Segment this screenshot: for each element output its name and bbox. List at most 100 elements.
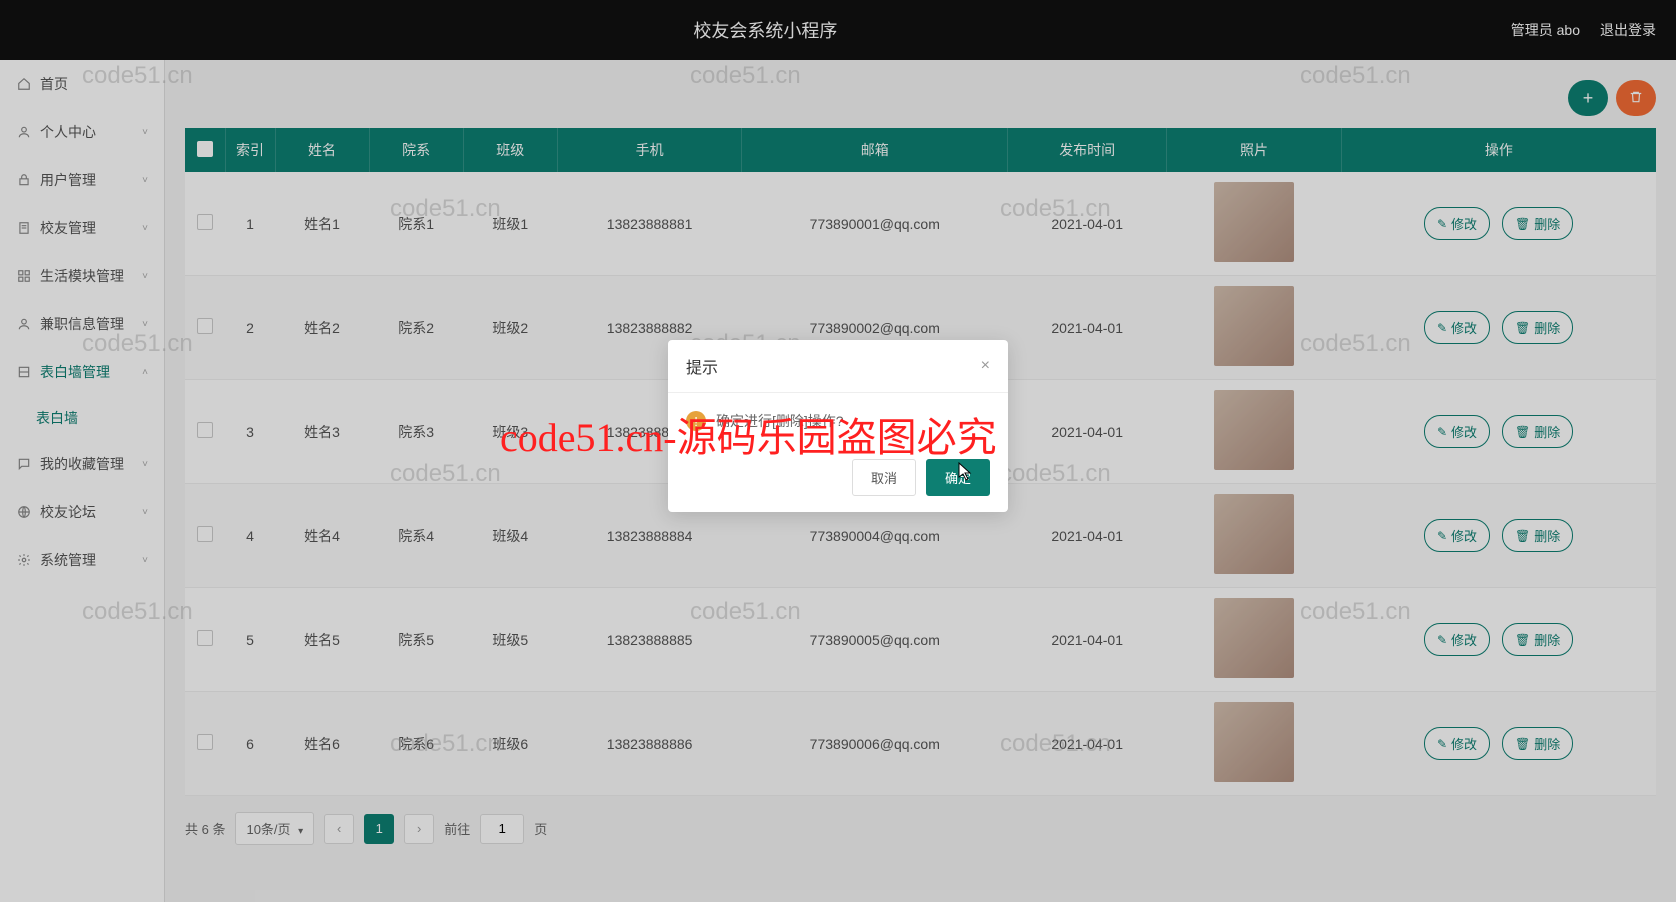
- cell-date: 2021-04-01: [1008, 692, 1167, 796]
- sidebar-item-6[interactable]: 表白墙管理˄: [0, 348, 164, 396]
- doc-icon: [16, 220, 32, 236]
- sidebar-item-label: 兼职信息管理: [40, 314, 142, 334]
- next-page-button[interactable]: ›: [404, 814, 434, 844]
- confirm-button[interactable]: 确定: [926, 459, 990, 496]
- cell-dept: 院系1: [369, 172, 463, 276]
- delete-button[interactable]: 🗑删除: [1502, 311, 1573, 344]
- sidebar-item-7[interactable]: 我的收藏管理˅: [0, 440, 164, 488]
- cog-icon: [16, 552, 32, 568]
- edit-button[interactable]: ✎修改: [1424, 415, 1490, 448]
- cell-dept: 院系2: [369, 276, 463, 380]
- cell-class: 班级5: [463, 588, 557, 692]
- sidebar-item-9[interactable]: 系统管理˅: [0, 536, 164, 584]
- logout-link[interactable]: 退出登录: [1600, 20, 1656, 40]
- sidebar-item-label: 校友管理: [40, 218, 142, 238]
- chat-icon: [16, 456, 32, 472]
- trash-icon: 🗑: [1515, 425, 1530, 439]
- globe-icon: [16, 504, 32, 520]
- cell-dept: 院系3: [369, 380, 463, 484]
- cell-class: 班级3: [463, 380, 557, 484]
- user-icon: [16, 124, 32, 140]
- edit-button[interactable]: ✎修改: [1424, 519, 1490, 552]
- cancel-button[interactable]: 取消: [852, 459, 916, 496]
- cell-dept: 院系4: [369, 484, 463, 588]
- prev-page-button[interactable]: ‹: [324, 814, 354, 844]
- photo-thumbnail[interactable]: [1214, 494, 1294, 574]
- trash-icon: 🗑: [1515, 321, 1530, 335]
- sidebar-item-5[interactable]: 兼职信息管理˅: [0, 300, 164, 348]
- column-header-5: 手机: [557, 128, 742, 172]
- edit-icon: ✎: [1437, 321, 1447, 335]
- sidebar-item-2[interactable]: 用户管理˅: [0, 156, 164, 204]
- cell-dept: 院系6: [369, 692, 463, 796]
- column-header-7: 发布时间: [1008, 128, 1167, 172]
- photo-thumbnail[interactable]: [1214, 702, 1294, 782]
- column-header-0: [185, 128, 225, 172]
- photo-thumbnail[interactable]: [1214, 286, 1294, 366]
- goto-page-input[interactable]: [480, 814, 524, 844]
- column-header-1: 索引: [225, 128, 275, 172]
- edit-icon: ✎: [1437, 633, 1447, 647]
- pagination: 共 6 条 10条/页 ▾ ‹ 1 › 前往 页: [185, 812, 1656, 845]
- sidebar-item-4[interactable]: 生活模块管理˅: [0, 252, 164, 300]
- edit-button[interactable]: ✎修改: [1424, 207, 1490, 240]
- trash-icon: 🗑: [1515, 217, 1530, 231]
- cell-date: 2021-04-01: [1008, 484, 1167, 588]
- photo-thumbnail[interactable]: [1214, 182, 1294, 262]
- chevron-down-icon: ˅: [142, 175, 148, 186]
- trash-icon: 🗑: [1515, 737, 1530, 751]
- photo-thumbnail[interactable]: [1214, 598, 1294, 678]
- delete-button[interactable]: 🗑删除: [1502, 415, 1573, 448]
- edit-button[interactable]: ✎修改: [1424, 311, 1490, 344]
- sidebar-item-3[interactable]: 校友管理˅: [0, 204, 164, 252]
- row-checkbox[interactable]: [197, 318, 213, 334]
- warning-icon: !: [686, 411, 706, 431]
- delete-button[interactable]: 🗑删除: [1502, 519, 1573, 552]
- admin-label[interactable]: 管理员 abo: [1511, 20, 1580, 40]
- trash-icon: 🗑: [1515, 529, 1530, 543]
- photo-thumbnail[interactable]: [1214, 390, 1294, 470]
- chevron-down-icon: ˅: [142, 459, 148, 470]
- edit-button[interactable]: ✎修改: [1424, 623, 1490, 656]
- column-header-8: 照片: [1167, 128, 1341, 172]
- page-number-1[interactable]: 1: [364, 814, 394, 844]
- row-checkbox[interactable]: [197, 526, 213, 542]
- grid-icon: [16, 268, 32, 284]
- cell-dept: 院系5: [369, 588, 463, 692]
- bulk-delete-button[interactable]: [1616, 80, 1656, 116]
- cell-index: 6: [225, 692, 275, 796]
- delete-button[interactable]: 🗑删除: [1502, 623, 1573, 656]
- sidebar-item-label: 表白墙管理: [40, 362, 142, 382]
- cell-class: 班级1: [463, 172, 557, 276]
- submenu-item[interactable]: 表白墙: [0, 396, 164, 440]
- row-checkbox[interactable]: [197, 630, 213, 646]
- plus-icon: +: [1583, 88, 1594, 109]
- chevron-down-icon: ˅: [142, 555, 148, 566]
- delete-button[interactable]: 🗑删除: [1502, 207, 1573, 240]
- delete-button[interactable]: 🗑删除: [1502, 727, 1573, 760]
- row-checkbox[interactable]: [197, 422, 213, 438]
- sidebar-item-label: 个人中心: [40, 122, 142, 142]
- row-checkbox[interactable]: [197, 214, 213, 230]
- row-checkbox[interactable]: [197, 734, 213, 750]
- trash-icon: 🗑: [1515, 633, 1530, 647]
- table-row: 6 姓名6 院系6 班级6 13823888886 773890006@qq.c…: [185, 692, 1656, 796]
- close-icon[interactable]: ×: [981, 357, 990, 375]
- cell-class: 班级4: [463, 484, 557, 588]
- sidebar-item-0[interactable]: 首页: [0, 60, 164, 108]
- cell-name: 姓名4: [275, 484, 369, 588]
- cell-phone: 13823888885: [557, 588, 742, 692]
- dialog-title: 提示: [686, 354, 718, 378]
- edit-icon: ✎: [1437, 529, 1447, 543]
- sidebar-item-1[interactable]: 个人中心˅: [0, 108, 164, 156]
- cell-index: 1: [225, 172, 275, 276]
- lock-icon: [16, 172, 32, 188]
- cell-name: 姓名3: [275, 380, 369, 484]
- edit-button[interactable]: ✎修改: [1424, 727, 1490, 760]
- page-size-select[interactable]: 10条/页 ▾: [235, 812, 314, 845]
- add-button[interactable]: +: [1568, 80, 1608, 116]
- select-all-checkbox[interactable]: [197, 141, 213, 157]
- sidebar-item-8[interactable]: 校友论坛˅: [0, 488, 164, 536]
- sidebar: 首页个人中心˅用户管理˅校友管理˅生活模块管理˅兼职信息管理˅表白墙管理˄表白墙…: [0, 60, 165, 902]
- cell-date: 2021-04-01: [1008, 172, 1167, 276]
